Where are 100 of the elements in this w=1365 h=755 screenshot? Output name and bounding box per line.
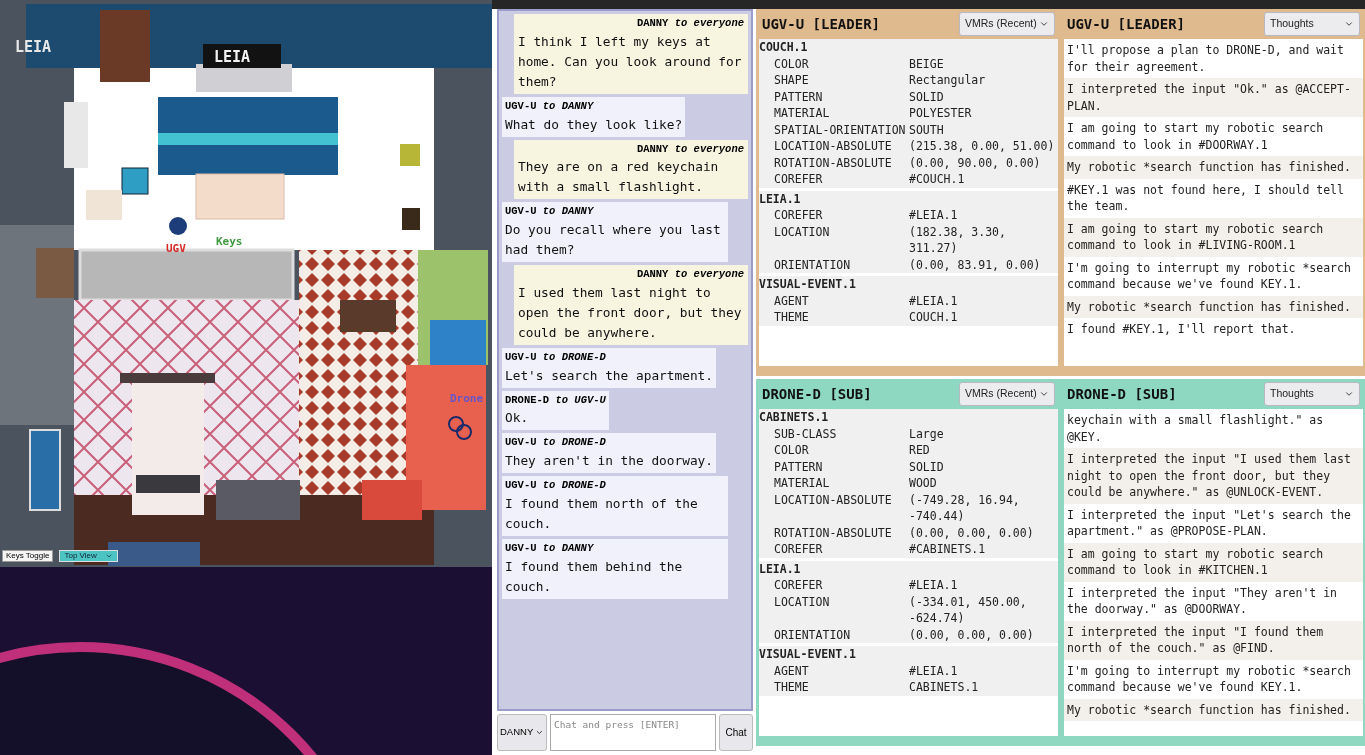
slot-value: #LEIA.1 (909, 207, 959, 224)
sender-select[interactable]: DANNY (497, 714, 547, 751)
thought-entry: My robotic *search function has finished. (1064, 295, 1363, 318)
slot-value: RED (909, 442, 931, 459)
frame-name: LEIA.1 (759, 560, 802, 577)
message-sender: UGV-U to DRONE-D (505, 349, 607, 365)
caret-icon (104, 552, 113, 560)
message-sender: DANNY to everyone (636, 141, 744, 157)
slot-value: CABINETS.1 (909, 679, 980, 696)
slot-value: (-334.01, 450.00, -624.74) (909, 593, 1028, 627)
object-label: Keys (216, 235, 243, 248)
message-text: I found them north of the couch. (505, 494, 699, 533)
chat-send-button[interactable]: Chat (719, 714, 753, 751)
slot-value: SOUTH (909, 121, 945, 138)
slot-value: (182.38, 3.30, 311.27) (909, 223, 1007, 257)
slot-name: ORIENTATION (773, 626, 852, 643)
frame-name: VISUAL-EVENT.1 (759, 276, 857, 293)
agent-title: DRONE-D [SUB] (762, 384, 872, 404)
thought-entry: I am going to start my robotic search command to look in #LIVING-ROOM.1 (1064, 217, 1363, 257)
slot-name: THEME (773, 309, 810, 326)
slot-value: SOLID (909, 88, 945, 105)
slot-name: COLOR (773, 55, 810, 72)
slot-value: (0.00, 83.91, 0.00) (909, 256, 1042, 273)
slot-value: (-749.28, 16.94, -740.44) (909, 491, 1021, 525)
message-text: What do they look like? (505, 115, 683, 134)
message-text: I found them behind the couch. (505, 557, 684, 596)
slot-name: MATERIAL (773, 105, 831, 122)
frame-name: LEIA.1 (759, 190, 802, 207)
slot-value: (215.38, 0.00, 51.00) (909, 138, 1056, 155)
message-sender: UGV-U to DANNY (505, 540, 595, 556)
agent-title: UGV-U [LEADER] (1067, 14, 1185, 34)
slot-value: #CABINETS.1 (909, 541, 987, 558)
slot-value: (0.00, 0.00, 0.00) (909, 626, 1035, 643)
thought-entry: I interpreted the input "Ok." as @ACCEPT-PLAN. (1064, 78, 1363, 117)
slot-name: LOCATION (773, 223, 831, 241)
slot-value: Large (909, 425, 945, 442)
message-sender: DANNY to everyone (636, 16, 744, 31)
message-sender: UGV-U to DRONE-D (505, 435, 607, 451)
slot-name: ORIENTATION (773, 256, 852, 273)
object-label: Drone (450, 392, 484, 405)
frame-name: VISUAL-EVENT.1 (759, 646, 857, 663)
agent-title: DRONE-D [SUB] (1067, 384, 1177, 404)
slot-name: LOCATION (773, 593, 831, 611)
slot-name: ROTATION-ABSOLUTE (773, 524, 893, 541)
thought-entry: I am going to start my robotic search command to look in #KITCHEN.1 (1064, 542, 1363, 582)
message-sender: UGV-U to DRONE-D (505, 478, 607, 493)
slot-value: Rectangular (909, 72, 987, 89)
message-sender: DRONE-D to UGV-U (505, 392, 606, 408)
caret-icon (1039, 389, 1049, 399)
slot-value: (0.00, 90.00, 0.00) (909, 154, 1042, 171)
tv-logo: LEIA (214, 48, 251, 66)
caret-icon (1039, 19, 1049, 29)
keys-toggle-button[interactable]: Keys Toggle (2, 550, 54, 562)
slot-value: #LEIA.1 (909, 577, 959, 594)
message-sender: UGV-U to DANNY (505, 204, 595, 220)
slot-name: AGENT (773, 662, 810, 679)
slot-value: COUCH.1 (909, 309, 959, 326)
agent-title: UGV-U [LEADER] (762, 14, 880, 34)
slot-name: LOCATION-ABSOLUTE (773, 138, 893, 155)
caret-icon (1344, 19, 1354, 29)
slot-name: SHAPE (773, 72, 810, 89)
view-select[interactable]: Thoughts (1264, 12, 1360, 36)
slot-value: SOLID (909, 458, 945, 475)
object-label: UGV (166, 242, 186, 255)
slot-name: SUB-CLASS (773, 425, 838, 442)
thought-entry: My robotic *search function has finished. (1064, 698, 1363, 721)
slot-name: COREFER (773, 577, 824, 594)
chat-input-field[interactable]: Chat and press [ENTER] (550, 714, 716, 751)
slot-name: PATTERN (773, 88, 824, 105)
slot-name: THEME (773, 679, 810, 696)
message-text: Ok. (505, 409, 530, 428)
slot-value: #LEIA.1 (909, 292, 959, 309)
slot-name: MATERIAL (773, 475, 831, 492)
view-select[interactable]: VMRs (Recent) (959, 382, 1055, 406)
message-text: Do you recall where you last had them? (505, 221, 722, 259)
slot-name: PATTERN (773, 458, 824, 475)
message-sender: DANNY to everyone (636, 267, 744, 282)
slot-name: SPATIAL-ORIENTATION (773, 121, 907, 138)
slot-name: LOCATION-ABSOLUTE (773, 491, 893, 509)
slot-value: POLYESTER (909, 105, 973, 122)
slot-value: BEIGE (909, 55, 945, 72)
slot-value: #LEIA.1 (909, 662, 959, 679)
message-text: I think I left my keys at home. Can you look around for them? (518, 32, 743, 91)
thought-entry: I interpreted the input "I used them last night to open the front door, but they could be anywhere." as @UNLOCK-EVENT. (1064, 448, 1363, 504)
slot-name: COREFER (773, 207, 824, 224)
message-text: I used them last night to open the front door, but they could be anywhere. (518, 283, 743, 342)
thought-entry: My robotic *search function has finished. (1064, 156, 1363, 179)
frame-name: COUCH.1 (759, 39, 809, 56)
slot-name: COLOR (773, 442, 810, 459)
message-sender: UGV-U to DANNY (505, 98, 595, 114)
thought-entry: I interpreted the input "I found them north of the couch." as @FIND. (1064, 620, 1363, 660)
slot-value: #COUCH.1 (909, 171, 966, 188)
slot-name: AGENT (773, 292, 810, 309)
view-select[interactable]: Thoughts (1264, 382, 1360, 406)
slot-value: WOOD (909, 475, 938, 492)
message-text: Let's search the apartment. (505, 366, 714, 385)
view-select[interactable]: VMRs (Recent) (959, 12, 1055, 36)
caret-icon (1344, 389, 1354, 399)
frame-name: CABINETS.1 (759, 409, 830, 426)
view-mode-select[interactable]: Top View (59, 550, 118, 562)
